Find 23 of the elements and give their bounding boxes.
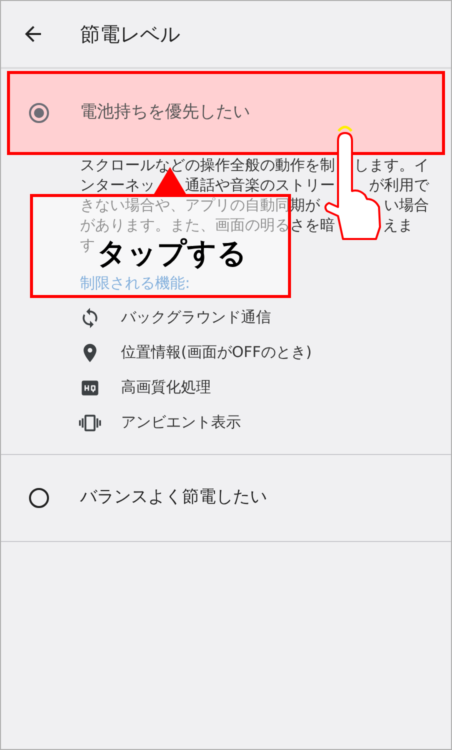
description-text: があります。また、画面の明るさを暗 <box>80 215 335 235</box>
radio-button[interactable] <box>29 103 49 123</box>
callout-text: タップする <box>97 238 247 268</box>
description-text: スクロールなどの操作全般の動作を制 <box>80 155 335 175</box>
tap-mark-icon <box>337 124 353 132</box>
description-text: が利用で <box>369 175 429 195</box>
radio-option[interactable]: 電池持ちを優先したい <box>7 71 445 155</box>
option-label: バランスよく節電したい <box>80 486 267 509</box>
description-text: 通話や音楽のストリー <box>185 175 335 195</box>
feature-label: 位置情報(画面がOFFのとき) <box>121 342 312 364</box>
restricted-heading: 制限される機能: <box>80 273 190 294</box>
description-text: ンターネッ <box>80 175 155 195</box>
description-text: い場合 <box>384 195 429 215</box>
feature-label: 高画質化処理 <box>121 377 211 398</box>
radio-option[interactable]: バランスよく節電したい <box>1 454 451 540</box>
option-label: 電池持ちを優先したい <box>80 101 250 124</box>
feature-label: バックグラウンド通信 <box>121 307 271 328</box>
radio-button[interactable] <box>29 488 49 508</box>
feature-label: アンビエント表示 <box>121 412 241 434</box>
page-title: 節電レベル <box>80 21 180 48</box>
description-text: えま <box>383 215 413 235</box>
description-text: す <box>80 235 95 255</box>
description-text: します。イ <box>354 155 429 175</box>
